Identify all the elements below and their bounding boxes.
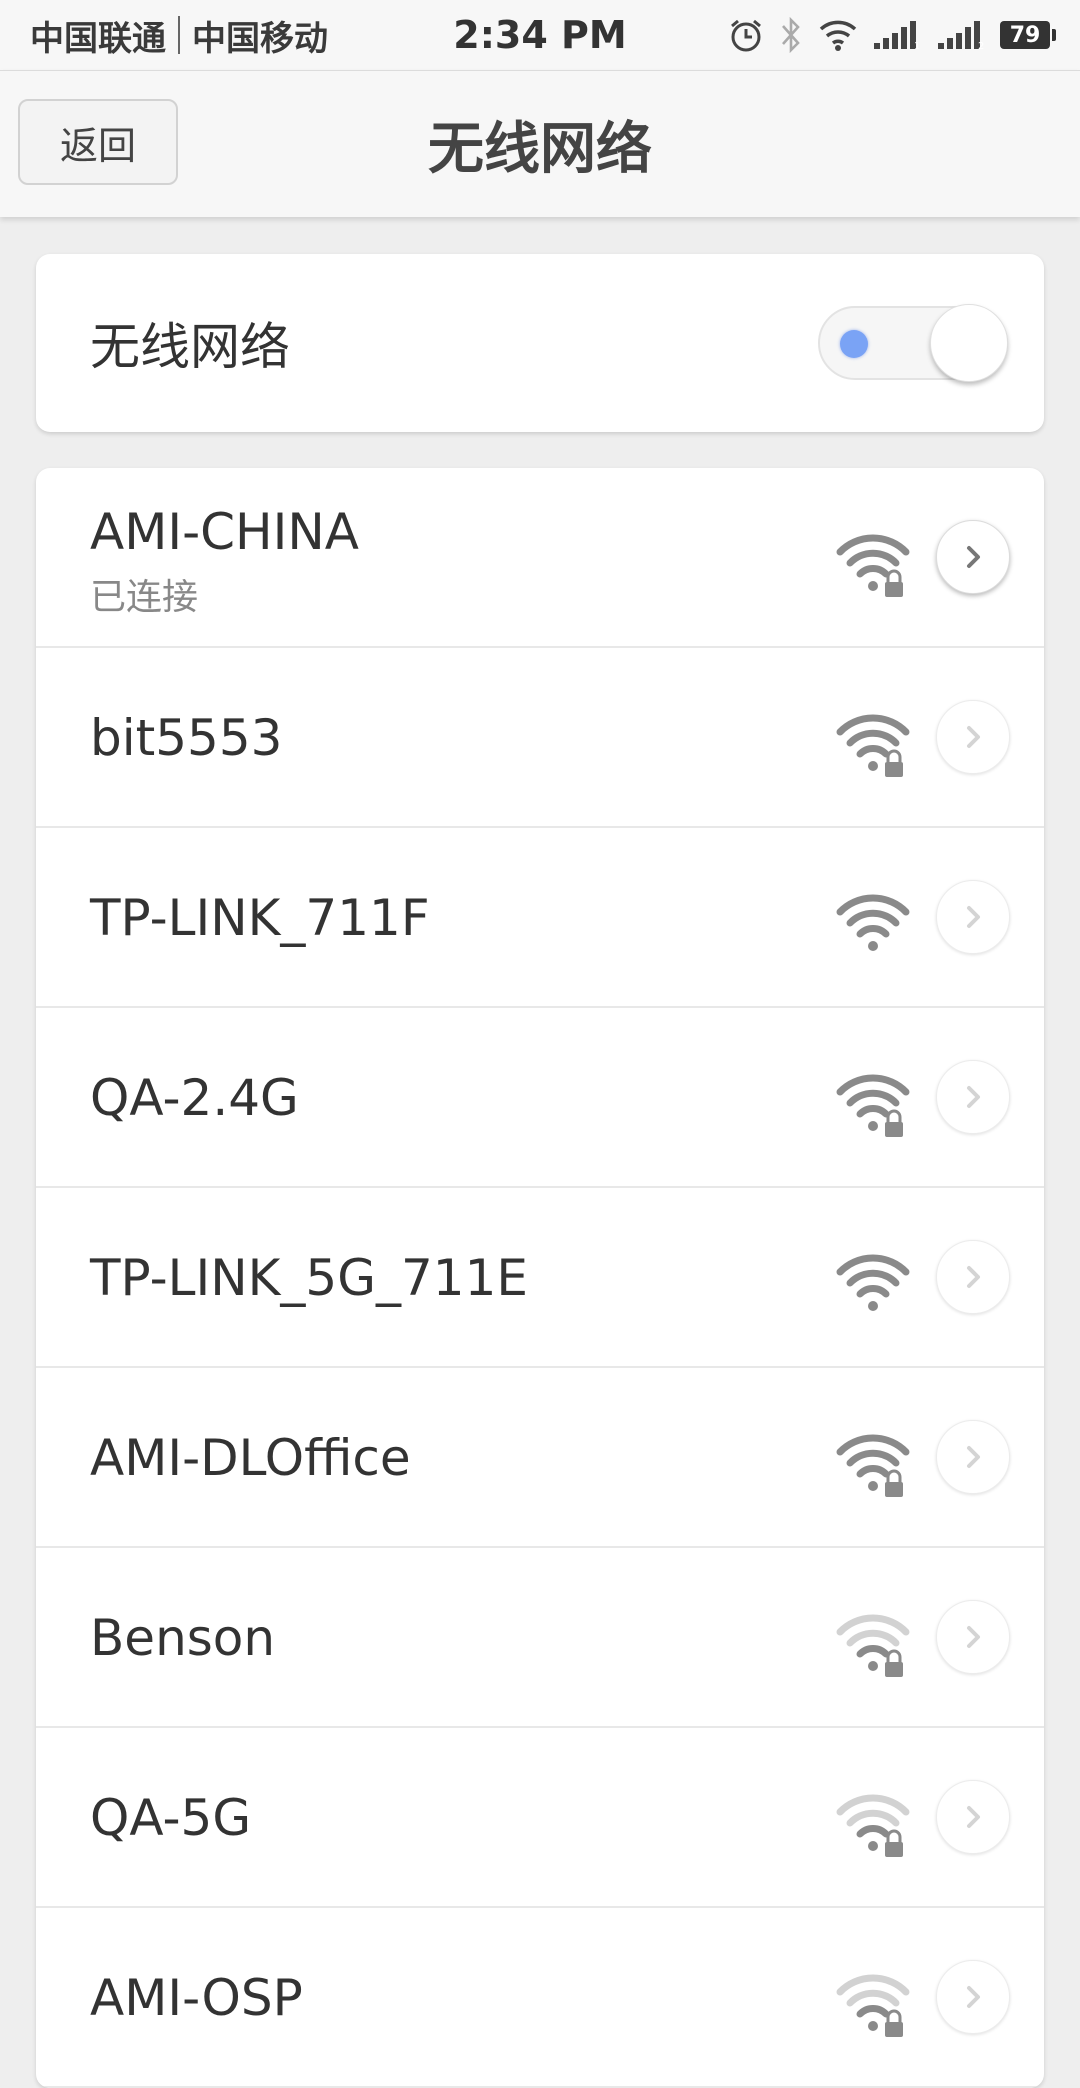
network-ssid: TP-LINK_5G_711E: [90, 1249, 529, 1307]
carrier-1: 中国联通: [30, 18, 166, 59]
wifi-signal-locked-icon: [836, 1074, 910, 1137]
network-item[interactable]: Benson: [36, 1548, 1044, 1728]
connection-status: 已连接: [90, 577, 199, 618]
network-ssid: AMI-DLOffice: [90, 1429, 411, 1487]
alarm-icon: [731, 19, 761, 52]
network-detail-button[interactable]: [936, 1420, 1010, 1494]
switch-knob[interactable]: [930, 304, 1008, 382]
wifi-toggle-label: 无线网络: [90, 318, 290, 376]
network-item[interactable]: AMI-OSP: [36, 1908, 1044, 2088]
network-ssid: QA-5G: [90, 1789, 252, 1847]
wifi-icon: [819, 20, 857, 51]
battery-level: 79: [1009, 22, 1041, 48]
wifi-toggle-card: 无线网络: [36, 254, 1044, 432]
wifi-signal-locked-icon: [836, 1434, 910, 1497]
chevron-right-icon: [967, 546, 980, 568]
network-ssid: QA-2.4G: [90, 1069, 299, 1127]
network-item[interactable]: QA-5G: [36, 1728, 1044, 1908]
network-list: AMI-CHINA 已连接 bit5553 TP-LINK_711F QA-2.4G TP…: [36, 468, 1044, 2088]
bluetooth-icon: [782, 16, 800, 54]
wifi-signal-locked-icon: [836, 1614, 910, 1677]
wifi-signal-locked-icon: [836, 1794, 910, 1857]
network-item[interactable]: TP-LINK_5G_711E: [36, 1188, 1044, 1368]
chevron-right-icon: [967, 1266, 980, 1288]
wifi-signal-locked-icon: [836, 1974, 910, 2037]
network-ssid: TP-LINK_711F: [90, 889, 430, 947]
network-detail-button[interactable]: [936, 1600, 1010, 1674]
network-detail-button[interactable]: [936, 1060, 1010, 1134]
chevron-right-icon: [967, 726, 980, 748]
signal-sim2-icon: 2: [938, 21, 984, 51]
wifi-signal-locked-icon: [836, 534, 910, 597]
wifi-signal-icon: [836, 1254, 910, 1311]
network-item[interactable]: AMI-DLOffice: [36, 1368, 1044, 1548]
network-ssid: bit5553: [90, 709, 283, 767]
status-icons: 1 2 79: [728, 16, 1056, 54]
switch-indicator-dot: [840, 330, 868, 358]
network-detail-button[interactable]: [936, 700, 1010, 774]
back-button[interactable]: 返回: [18, 99, 178, 185]
wifi-toggle-switch[interactable]: [818, 304, 1008, 382]
chevron-right-icon: [967, 906, 980, 928]
network-detail-button[interactable]: [936, 880, 1010, 954]
network-item[interactable]: TP-LINK_711F: [36, 828, 1044, 1008]
chevron-right-icon: [967, 1986, 980, 2008]
svg-text:2: 2: [978, 41, 984, 51]
wifi-signal-locked-icon: [836, 714, 910, 777]
network-item[interactable]: QA-2.4G: [36, 1008, 1044, 1188]
battery-icon: 79: [1000, 21, 1056, 49]
status-bar: 中国联通 中国移动 2:34 PM 1 2 79: [0, 0, 1080, 70]
carrier-separator: [178, 16, 180, 54]
network-item[interactable]: AMI-CHINA 已连接: [36, 468, 1044, 648]
chevron-right-icon: [967, 1806, 980, 1828]
wifi-signal-icon: [836, 894, 910, 951]
chevron-right-icon: [967, 1086, 980, 1108]
signal-sim1-icon: 1: [874, 21, 920, 51]
chevron-right-icon: [967, 1446, 980, 1468]
chevron-right-icon: [967, 1626, 980, 1648]
network-ssid: AMI-OSP: [90, 1969, 303, 2027]
carrier-2: 中国移动: [192, 18, 328, 59]
network-detail-button[interactable]: [936, 1780, 1010, 1854]
network-item[interactable]: bit5553: [36, 648, 1044, 828]
network-detail-button[interactable]: [936, 1960, 1010, 2034]
network-detail-button[interactable]: [936, 1240, 1010, 1314]
svg-text:1: 1: [914, 41, 920, 51]
network-ssid: Benson: [90, 1609, 276, 1667]
nav-bar: 返回 无线网络: [0, 70, 1080, 217]
network-detail-button[interactable]: [936, 520, 1010, 594]
carrier-info: 中国联通 中国移动: [30, 11, 328, 60]
